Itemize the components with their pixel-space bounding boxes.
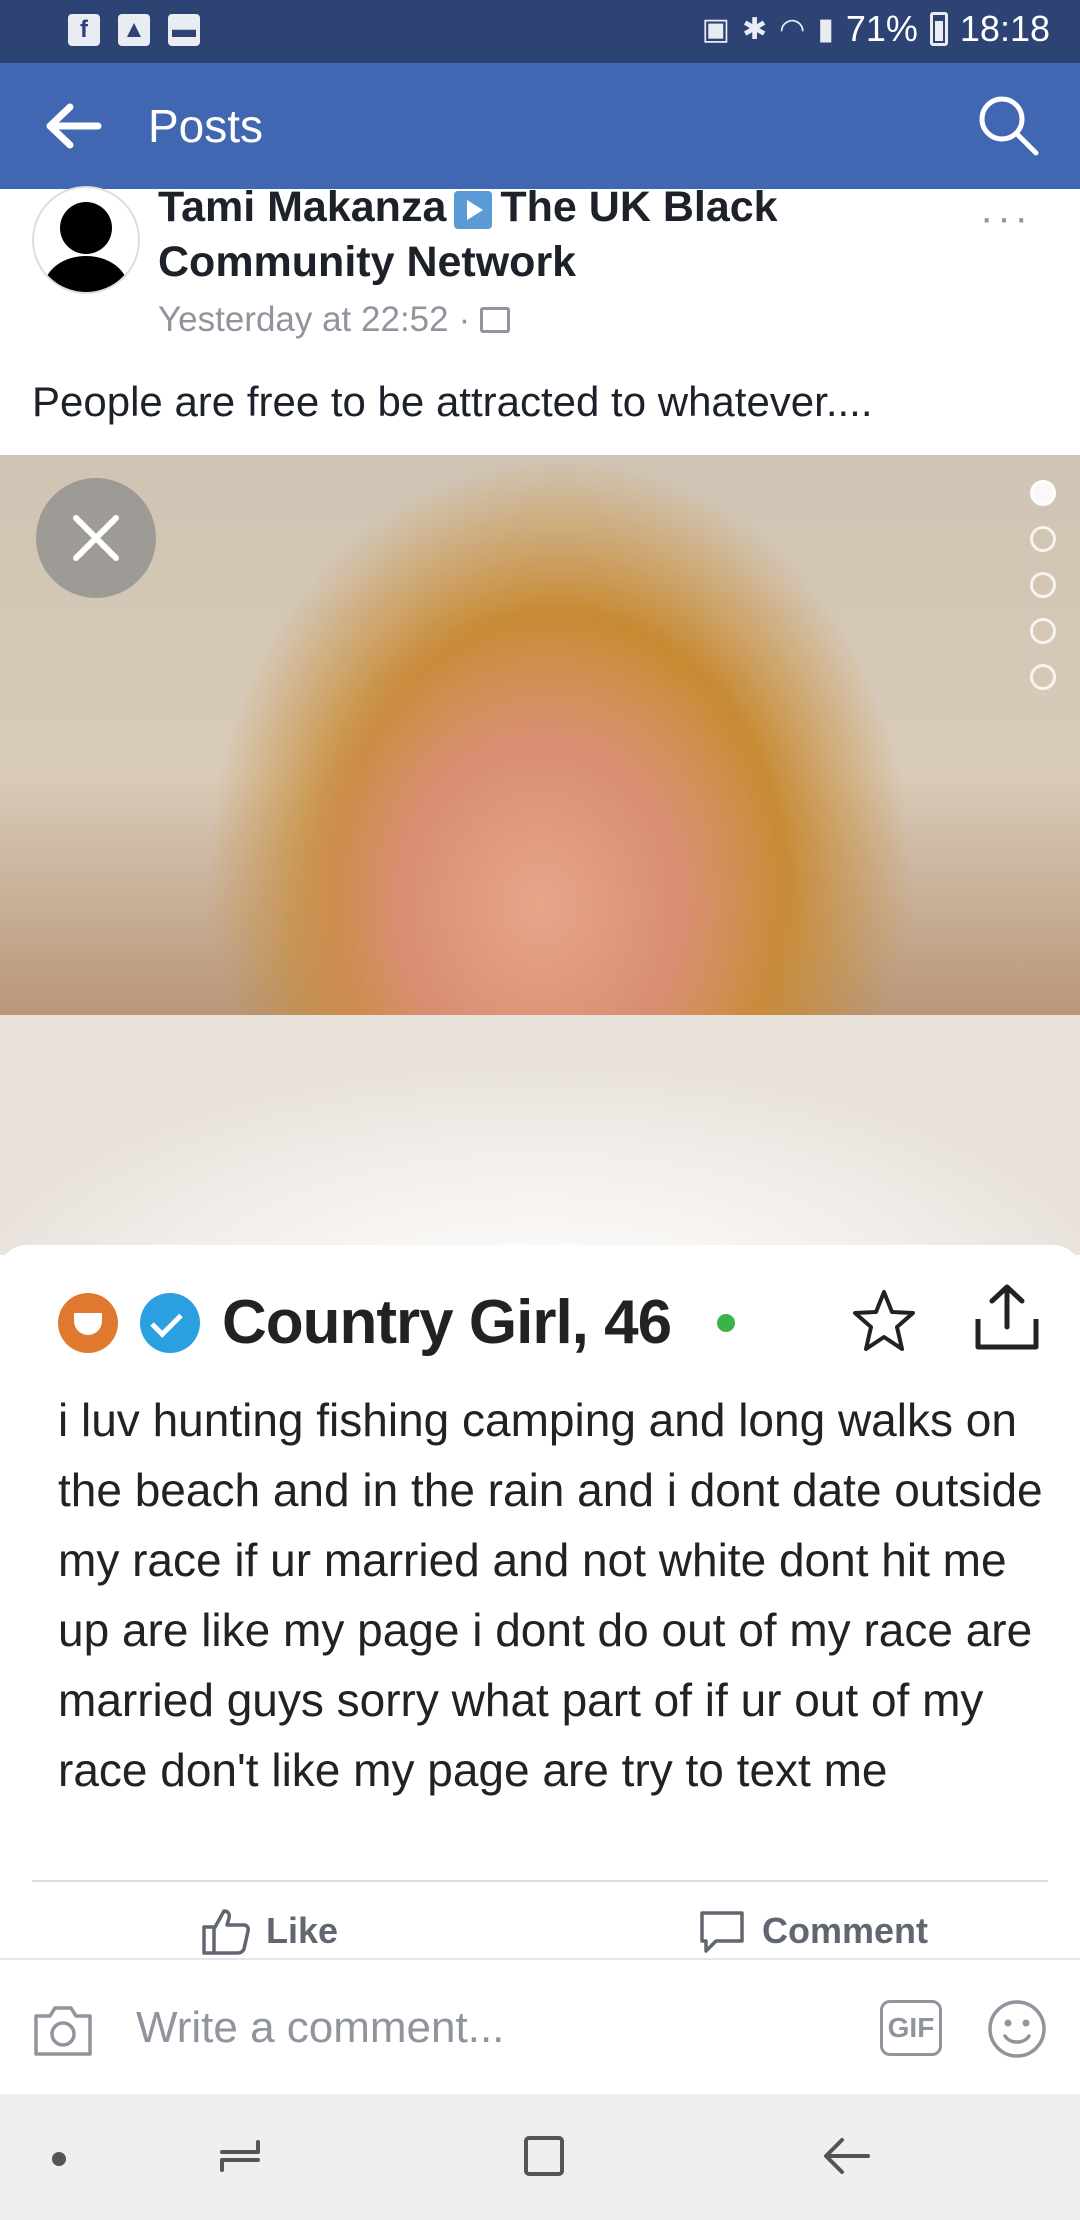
verified-check-icon — [140, 1292, 200, 1353]
signal-icon: ▮ — [817, 12, 834, 46]
back-icon[interactable] — [820, 2132, 874, 2180]
divider — [32, 1880, 1048, 1882]
recent-apps-icon[interactable] — [216, 2132, 264, 2180]
emoji-icon[interactable] — [986, 1998, 1048, 2060]
pagination-dot[interactable] — [1030, 480, 1056, 506]
app-bar: Posts — [0, 63, 1080, 189]
lock-icon: ▣ — [701, 12, 730, 46]
photo-pagination — [1030, 480, 1056, 690]
post-meta: Yesterday at 22:52 · — [158, 300, 958, 340]
comment-label: Comment — [762, 1910, 929, 1951]
comment-bubble-icon — [700, 1911, 744, 1953]
bluetooth-icon: ✱ — [742, 12, 768, 46]
comment-button[interactable]: Comment — [696, 1905, 928, 1957]
battery-icon — [929, 12, 948, 46]
thumbs-up-icon — [202, 1909, 250, 1955]
profile-bio: i luv hunting fishing camping and long w… — [58, 1394, 1043, 1796]
pagination-dot[interactable] — [1030, 664, 1056, 690]
comment-input[interactable] — [136, 2000, 836, 2056]
author-line: Tami Makanza The UK Black Community Netwo… — [158, 180, 958, 290]
like-label: Like — [266, 1910, 339, 1951]
play-arrow-icon — [454, 190, 493, 229]
gif-button[interactable]: GIF — [880, 2000, 942, 2056]
status-bar: f ▲ ▬ ▣ ✱ ◠ ▮ 71% 18:18 — [0, 0, 1080, 63]
system-indicators: ▣ ✱ ◠ ▮ 71% 18:18 — [702, 8, 1050, 50]
wifi-icon: ◠ — [779, 12, 806, 46]
profile-name: Country Girl, 46 — [222, 1288, 672, 1357]
nav-dot-icon[interactable] — [52, 2152, 66, 2166]
profile-card-header: Country Girl, 46 — [58, 1287, 736, 1358]
more-options-button[interactable]: ··· — [980, 196, 1032, 241]
meta-separator: · — [458, 300, 471, 339]
home-icon[interactable] — [520, 2132, 568, 2180]
like-button[interactable]: Like — [200, 1905, 338, 1957]
heart-badge-icon — [58, 1292, 118, 1353]
notification-icons: f ▲ ▬ — [68, 14, 200, 46]
close-icon[interactable] — [36, 478, 156, 598]
back-arrow-icon[interactable] — [44, 101, 104, 151]
system-navigation-bar — [0, 2094, 1080, 2220]
profile-card: Country Girl, 46 i luv hunting fishing c… — [0, 1245, 1080, 1885]
star-icon — [850, 1287, 918, 1355]
facebook-notification-icon: f — [68, 14, 100, 46]
author-avatar[interactable] — [32, 186, 140, 294]
comment-composer: GIF — [0, 1958, 1080, 2096]
pagination-dot[interactable] — [1030, 618, 1056, 644]
post-text: People are free to be attracted to whate… — [32, 378, 873, 425]
share-icon — [972, 1281, 1042, 1353]
clock: 18:18 — [959, 8, 1050, 49]
author-name[interactable]: Tami Makanza — [158, 183, 446, 231]
group-privacy-icon — [480, 307, 511, 333]
post-actions: Like Comment — [0, 1895, 1080, 1965]
battery-percent: 71% — [845, 8, 918, 49]
pagination-dot[interactable] — [1030, 572, 1056, 598]
search-icon[interactable] — [976, 93, 1040, 157]
gallery-notification-icon: ▲ — [118, 14, 150, 46]
post-header: Tami Makanza The UK Black Community Netwo… — [158, 180, 958, 340]
page-title: Posts — [148, 100, 264, 152]
photo-shirt-region — [0, 1015, 1080, 1255]
online-status-dot — [717, 1313, 736, 1332]
post-photo[interactable] — [0, 455, 1080, 1255]
pagination-dot[interactable] — [1030, 526, 1056, 552]
camera-icon[interactable] — [32, 2002, 94, 2058]
post-timestamp[interactable]: Yesterday at 22:52 — [158, 300, 449, 340]
message-notification-icon: ▬ — [168, 14, 200, 46]
